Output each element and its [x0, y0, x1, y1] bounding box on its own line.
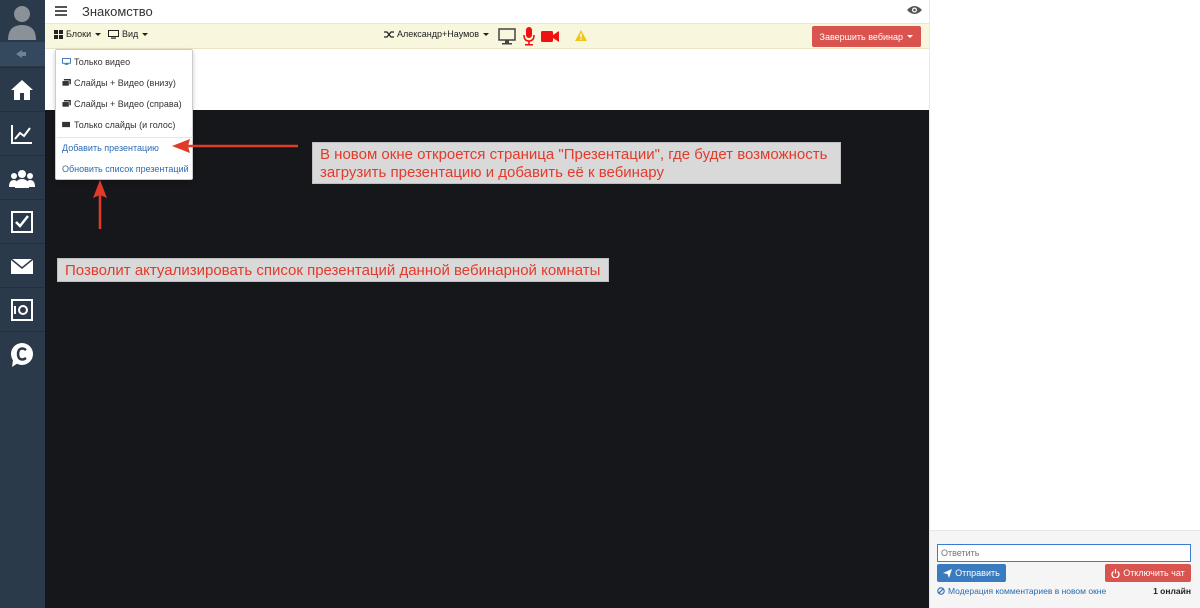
warning-icon[interactable] [575, 30, 587, 41]
online-count: 1 онлайн [1153, 586, 1191, 596]
send-label: Отправить [955, 568, 1000, 578]
refresh-annotation: Позволит актуализировать список презента… [57, 258, 609, 282]
users-icon[interactable] [0, 155, 45, 199]
chart-icon[interactable] [0, 111, 45, 155]
home-icon[interactable] [0, 67, 45, 111]
monitor-icon [108, 29, 119, 39]
slides-only-icon [62, 121, 70, 128]
shuffle-icon [384, 30, 394, 38]
end-webinar-button[interactable]: Завершить вебинар [811, 26, 921, 47]
menu-item-video-only[interactable]: Только видео [56, 51, 192, 72]
sidebar [0, 0, 45, 608]
power-icon [1111, 568, 1120, 578]
presenter-label: Александр+Наумов [397, 29, 480, 39]
chat-controls: Отправить Отключить чат Модерация коммен… [930, 530, 1200, 608]
moderation-label: Модерация комментариев в новом окне [948, 586, 1107, 596]
caret-down-icon [483, 32, 490, 36]
blocks-dropdown-button[interactable]: Блоки [54, 29, 102, 39]
caret-down-icon [142, 32, 149, 36]
collapse-sidebar-button[interactable] [0, 42, 45, 66]
title-bar: Знакомство [45, 0, 929, 24]
menu-icon[interactable] [55, 4, 67, 18]
mail-icon[interactable] [0, 243, 45, 287]
view-label: Вид [122, 29, 139, 39]
eye-icon[interactable] [906, 3, 923, 21]
view-dropdown-button[interactable]: Вид [108, 29, 149, 39]
send-icon [943, 568, 953, 578]
menu-item-label: Только видео [74, 56, 131, 67]
toolbar: Блоки Вид Александр+Наумов Завершить веб… [45, 24, 929, 49]
menu-item-slides-video-right[interactable]: Слайды + Видео (справа) [56, 93, 192, 114]
chat-panel: Отправить Отключить чат Модерация коммен… [929, 0, 1200, 608]
presenter-dropdown-button[interactable]: Александр+Наумов [384, 29, 490, 39]
menu-item-label: Слайды + Видео (внизу) [74, 77, 176, 88]
monitor-icon [62, 58, 71, 65]
block-icon [937, 587, 945, 595]
checkbox-icon[interactable] [0, 199, 45, 243]
avatar[interactable] [0, 0, 45, 42]
blocks-dropdown-menu: Только видео Слайды + Видео (внизу) Слай… [55, 49, 193, 180]
chat-icon[interactable] [0, 331, 45, 375]
presentation-stage [45, 110, 929, 608]
refresh-presentations-link[interactable]: Обновить список презентаций [56, 158, 192, 179]
moderation-link[interactable]: Модерация комментариев в новом окне [937, 586, 1106, 596]
menu-item-label: Слайды + Видео (справа) [74, 98, 182, 109]
camera-icon[interactable] [541, 30, 560, 43]
add-presentation-link[interactable]: Добавить презентацию [56, 137, 192, 158]
menu-item-slides-video-bottom[interactable]: Слайды + Видео (внизу) [56, 72, 192, 93]
screen-share-icon[interactable] [498, 28, 516, 45]
caret-down-icon [907, 35, 913, 38]
safe-icon[interactable] [0, 287, 45, 331]
annotation-line: В новом окне откроется страница "Презент… [320, 146, 828, 163]
reply-input[interactable] [937, 544, 1191, 562]
menu-item-label: Только слайды (и голос) [74, 119, 176, 130]
add-presentation-annotation: В новом окне откроется страница "Презент… [312, 142, 841, 184]
end-webinar-label: Завершить вебинар [819, 31, 903, 42]
annotation-line: загрузить презентацию и добавить её к ве… [320, 164, 664, 181]
page-title: Знакомство [82, 4, 153, 19]
microphone-icon[interactable] [523, 27, 535, 46]
menu-item-slides-only[interactable]: Только слайды (и голос) [56, 114, 192, 135]
slides-icon [62, 79, 71, 86]
slides-icon [62, 100, 71, 107]
disable-chat-button[interactable]: Отключить чат [1105, 564, 1191, 582]
send-button[interactable]: Отправить [937, 564, 1006, 582]
caret-down-icon [95, 32, 102, 36]
grid-icon [54, 29, 63, 39]
disable-chat-label: Отключить чат [1123, 568, 1185, 578]
blocks-label: Блоки [66, 29, 92, 39]
